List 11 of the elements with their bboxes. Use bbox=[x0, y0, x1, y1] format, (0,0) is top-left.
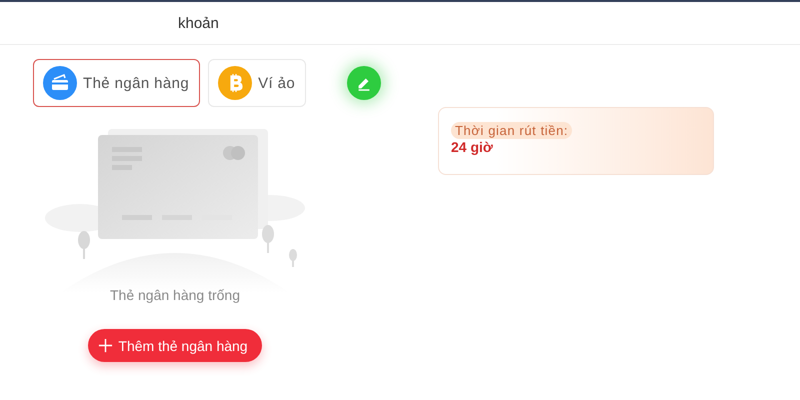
plus-icon bbox=[98, 338, 114, 353]
withdraw-time-value: 24 giờ bbox=[451, 139, 493, 155]
empty-message: Thẻ ngân hàng trống bbox=[110, 287, 240, 303]
tab[interactable]: Ví ảo bbox=[208, 59, 306, 107]
tab[interactable]: Thẻ ngân hàng bbox=[33, 59, 200, 107]
page-title: khoản bbox=[178, 14, 219, 32]
card-icon bbox=[43, 66, 77, 100]
add-bank-card-button[interactable]: Thêm thẻ ngân hàng bbox=[88, 329, 262, 362]
edit-button[interactable] bbox=[347, 66, 382, 100]
withdraw-time-label: Thời gian rút tiền: bbox=[451, 122, 572, 139]
bitcoin-icon bbox=[218, 66, 252, 100]
